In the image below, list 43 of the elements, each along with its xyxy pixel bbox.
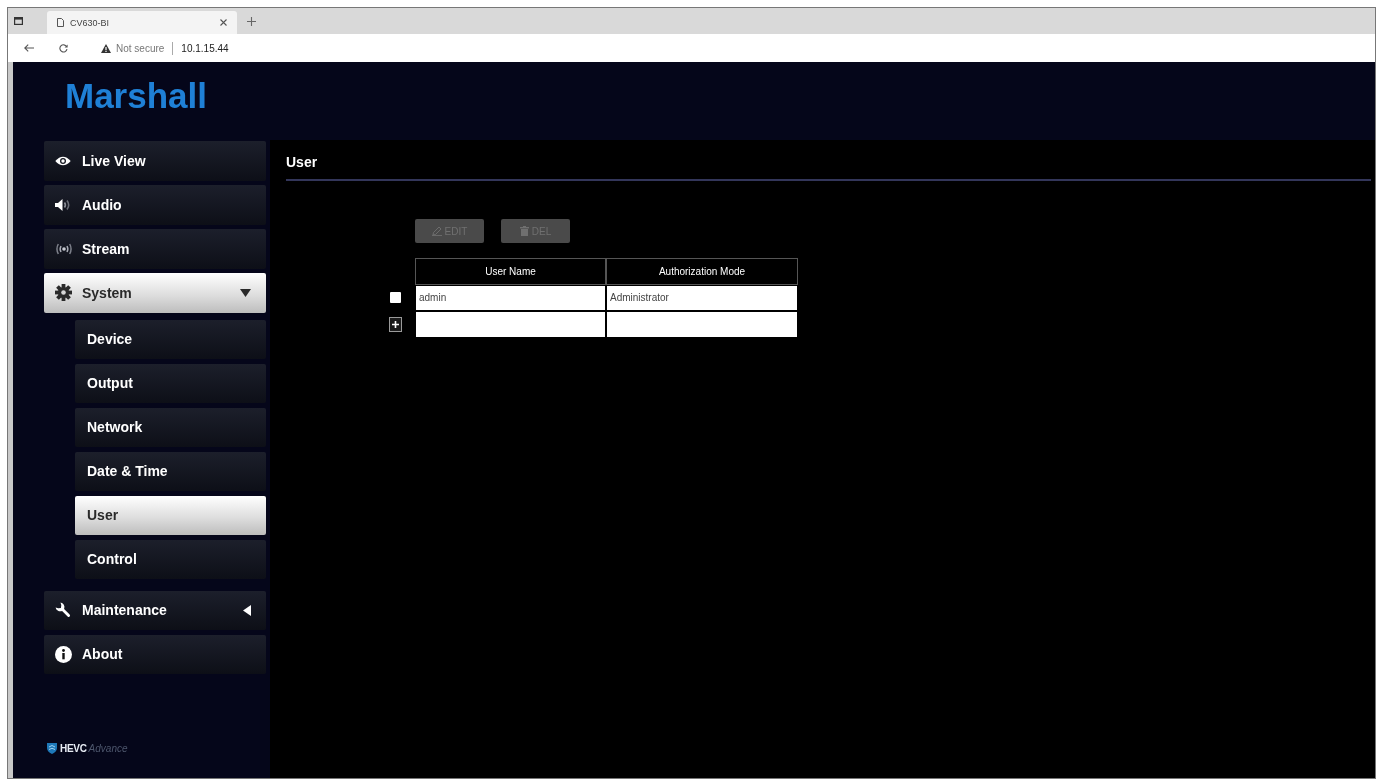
column-header: Authorization Mode bbox=[606, 258, 798, 285]
logo-mark: HEVC bbox=[60, 742, 87, 754]
submenu-item[interactable]: Control bbox=[75, 539, 266, 579]
sidebar-item[interactable]: Maintenance bbox=[44, 590, 266, 630]
window-icon[interactable] bbox=[14, 17, 23, 25]
row-checkbox[interactable] bbox=[390, 292, 401, 304]
submenu-item[interactable]: User bbox=[75, 495, 266, 535]
url-text: 10.1.15.44 bbox=[181, 42, 229, 54]
back-icon[interactable] bbox=[24, 44, 34, 52]
pencil-icon bbox=[431, 226, 442, 236]
eye-icon bbox=[55, 155, 71, 166]
sidebar-item[interactable]: Live View bbox=[44, 141, 266, 181]
security-label: Not secure bbox=[116, 42, 165, 54]
logo-tagline: Advance bbox=[88, 742, 128, 754]
shield-icon bbox=[46, 742, 58, 754]
trash-icon bbox=[519, 226, 529, 236]
table-cell: admin bbox=[415, 284, 606, 311]
table-cell: Administrator bbox=[606, 284, 798, 311]
broadcast-icon bbox=[55, 242, 73, 255]
browser-tab[interactable]: CV630-BI bbox=[47, 11, 237, 34]
sidebar-item[interactable]: Stream bbox=[44, 229, 266, 269]
brand-logo: Marshall bbox=[65, 76, 207, 115]
sidebar-item[interactable]: System bbox=[44, 273, 266, 313]
plus-icon[interactable] bbox=[247, 16, 256, 26]
info-icon bbox=[55, 645, 72, 663]
sidebar-item[interactable]: Audio bbox=[44, 185, 266, 225]
add-row-button[interactable] bbox=[389, 316, 402, 332]
address-field[interactable]: Not secure 10.1.15.44 bbox=[101, 34, 1375, 62]
sidebar-item[interactable]: About bbox=[44, 634, 266, 674]
submenu-item[interactable]: Network bbox=[75, 407, 266, 447]
warning-icon bbox=[101, 43, 111, 53]
gear-icon bbox=[55, 284, 72, 302]
close-icon[interactable] bbox=[220, 19, 227, 26]
submenu-item[interactable]: Device bbox=[75, 319, 266, 359]
submenu-item[interactable]: Output bbox=[75, 363, 266, 403]
wrench-icon bbox=[55, 602, 71, 619]
document-icon bbox=[57, 18, 64, 27]
speaker-icon bbox=[55, 198, 71, 211]
column-header: User Name bbox=[415, 258, 606, 285]
plus-icon bbox=[392, 320, 399, 328]
reload-icon[interactable] bbox=[59, 43, 68, 53]
page-title: User bbox=[286, 154, 318, 170]
submenu-item[interactable]: Date & Time bbox=[75, 451, 266, 491]
